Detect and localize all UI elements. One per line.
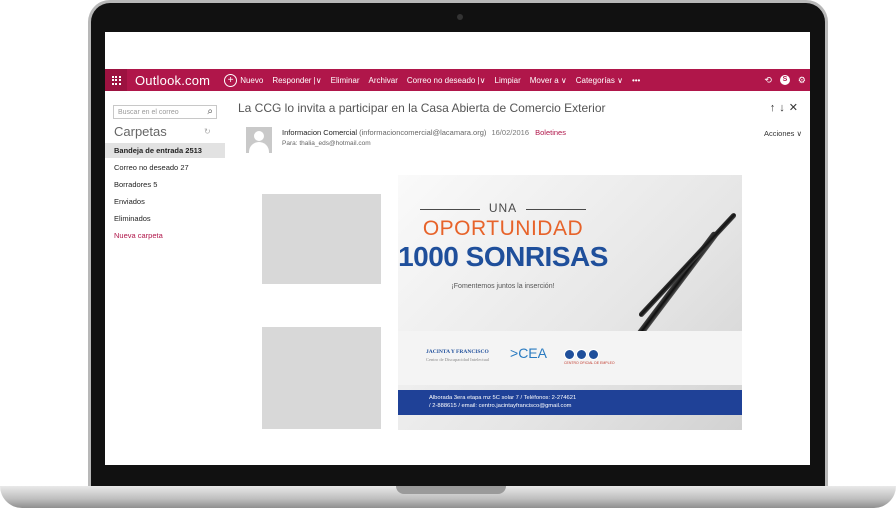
folder-label: Correo no deseado [114, 163, 179, 172]
banner-line-sonrisas: 1000 SONRISAS [398, 241, 608, 272]
promo-banner: UNA OPORTUNIDAD 1000 SONRISAS ¡Fomentemo… [398, 175, 742, 430]
pen-image [637, 212, 738, 318]
image-placeholder [262, 327, 381, 429]
folders-heading[interactable]: Carpetas [114, 124, 167, 139]
ccc-logo-caption: CENTRO OFICIAL DE EMPLEO [564, 361, 615, 365]
webcam [457, 14, 463, 20]
banner-tagline: ¡Fomentemos juntos la inserción! [451, 283, 555, 290]
sidebar-item-inbox[interactable]: Bandeja de entrada 2513 [105, 143, 225, 158]
new-button[interactable]: + Nuevo [224, 73, 263, 87]
ccc-logo [564, 349, 599, 360]
more-button[interactable]: ••• [632, 76, 640, 85]
folder-label: Bandeja de entrada [114, 146, 184, 155]
folder-count: 27 [180, 163, 189, 172]
message-subject: La CCG lo invita a participar en la Casa… [238, 101, 606, 115]
sidebar-item-sent[interactable]: Enviados [105, 194, 225, 209]
reply-button[interactable]: Responder |∨ [272, 76, 321, 85]
sender-name[interactable]: Informacion Comercial [282, 128, 357, 137]
outlook-screen: Outlook.com + Nuevo Responder |∨ Eliminar… [105, 32, 810, 465]
screen-bezel-bottom [105, 465, 810, 486]
folder-count: 5 [153, 180, 158, 189]
topbar-right-icons: ⟲ S ⚙ [764, 69, 806, 91]
laptop-notch [396, 486, 506, 494]
top-command-bar: Outlook.com + Nuevo Responder |∨ Eliminar… [105, 69, 810, 91]
banner-line-oportunidad: OPORTUNIDAD [422, 217, 584, 240]
plus-icon: + [224, 73, 238, 87]
folder-sidebar: Buscar en el correo ⌕ Carpetas ↻ Bandeja… [105, 96, 225, 465]
sidebar-item-drafts[interactable]: Borradores 5 [105, 177, 225, 192]
sender-avatar [246, 127, 272, 153]
category-tag[interactable]: Boletines [535, 128, 566, 137]
banner-line-una: UNA [398, 201, 608, 215]
banner-footer: Alborada 3era etapa mz 5C solar 7 / Telé… [398, 390, 742, 415]
search-icon[interactable]: ⌕ [207, 105, 213, 119]
jacinta-francisco-logo: JACINTA Y FRANCISCO Centro de Discapacid… [426, 349, 490, 362]
search-placeholder: Buscar en el correo [118, 109, 179, 116]
sidebar-item-deleted[interactable]: Eliminados [105, 211, 225, 226]
message-date: 16/02/2016 [491, 128, 530, 137]
skype-icon[interactable]: S [779, 75, 790, 85]
categories-button[interactable]: Categorías ∨ [576, 76, 623, 85]
banner-footer-line: / 2-888615 / email: centro.jacintayfranc… [429, 403, 572, 409]
close-icon[interactable]: ✕ [789, 102, 802, 114]
message-nav-icons: ↑↓✕ [770, 101, 802, 114]
cea-logo: >CEA [510, 345, 547, 361]
sender-address: (informacioncomercial@lacamara.org) [359, 128, 487, 137]
banner-footer-line: Alborada 3era etapa mz 5C solar 7 / Telé… [429, 395, 577, 401]
junk-button[interactable]: Correo no deseado |∨ [407, 76, 486, 85]
folder-count: 2513 [185, 146, 202, 155]
sidebar-item-junk[interactable]: Correo no deseado 27 [105, 160, 225, 175]
search-input[interactable]: Buscar en el correo ⌕ [113, 105, 217, 119]
delete-button[interactable]: Eliminar [331, 76, 360, 85]
new-folder-link[interactable]: Nueva carpeta [105, 228, 225, 243]
archive-button[interactable]: Archivar [369, 76, 398, 85]
folder-label: Enviados [114, 197, 145, 206]
move-to-button[interactable]: Mover a ∨ [530, 76, 567, 85]
sweep-button[interactable]: Limpiar [495, 76, 521, 85]
folder-label: Borradores [114, 180, 152, 189]
image-placeholder [262, 194, 381, 284]
banner-logo-strip: JACINTA Y FRANCISCO Centro de Discapacid… [398, 331, 742, 385]
arrow-down-icon[interactable]: ↓ [779, 102, 789, 114]
actions-menu[interactable]: Acciones ∨ [764, 129, 802, 138]
folder-label: Eliminados [114, 214, 151, 223]
refresh-icon[interactable]: ↻ [204, 127, 211, 136]
settings-icon[interactable]: ⚙ [798, 75, 806, 86]
undo-icon[interactable]: ⟲ [764, 75, 772, 86]
brand-title[interactable]: Outlook.com [135, 73, 210, 88]
recipient-line[interactable]: Para: thalia_eds@hotmail.com [282, 140, 371, 147]
sender-line: Informacion Comercial (informacioncomerc… [282, 128, 566, 137]
arrow-up-icon[interactable]: ↑ [770, 102, 780, 114]
app-launcher-icon[interactable] [105, 69, 127, 91]
